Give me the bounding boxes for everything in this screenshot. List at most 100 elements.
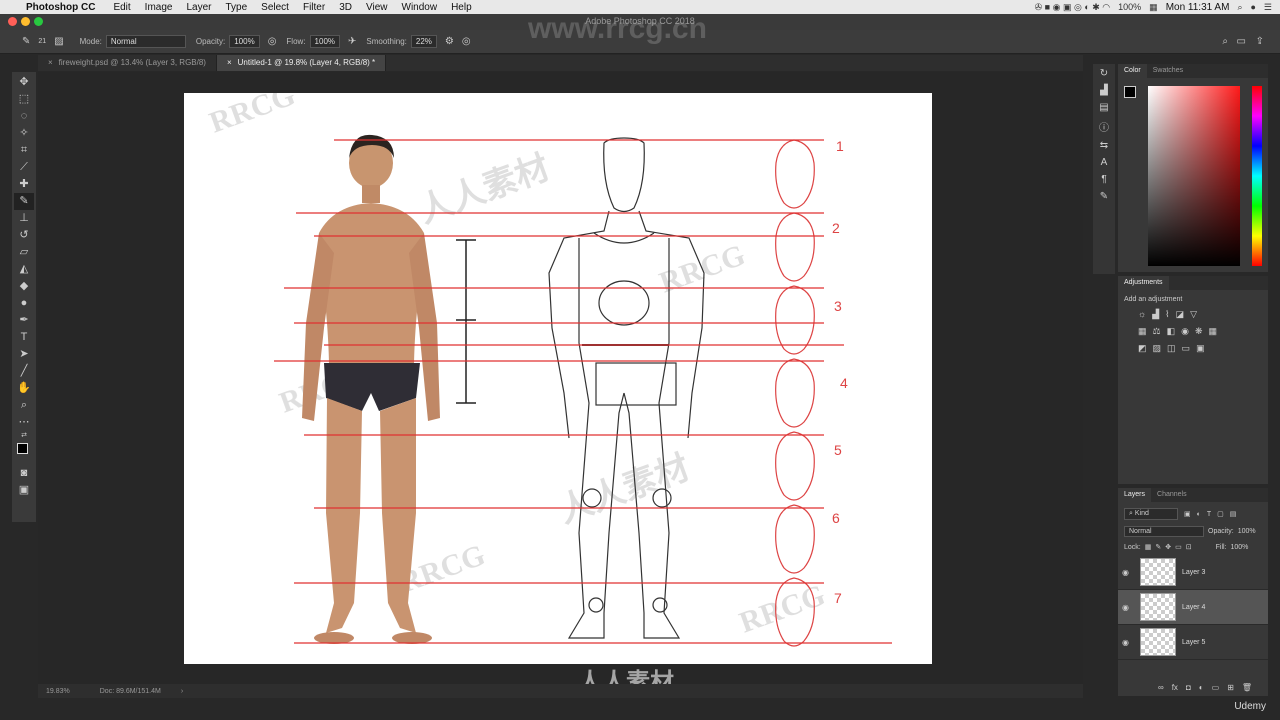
fx-icon[interactable]: fx — [1172, 683, 1178, 692]
blur-tool-icon[interactable]: ◆ — [14, 278, 34, 295]
menu-3d[interactable]: 3D — [339, 2, 352, 13]
search-icon[interactable]: ⌕ — [1222, 36, 1228, 47]
histogram-icon[interactable]: ▟ — [1100, 85, 1108, 96]
dodge-tool-icon[interactable]: ● — [14, 295, 34, 312]
pen-tool-icon[interactable]: ✒ — [14, 312, 34, 329]
lock-all-icon[interactable]: ⊡ — [1186, 543, 1192, 551]
menu-layer[interactable]: Layer — [186, 2, 211, 13]
exposure-adjust-icon[interactable]: ◪ — [1176, 309, 1185, 320]
mode-dropdown[interactable]: Normal — [105, 35, 186, 48]
menu-select[interactable]: Select — [261, 2, 289, 13]
pressure-size-icon[interactable]: ◎ — [462, 36, 471, 47]
more-tools-icon[interactable]: ⋯ — [14, 414, 34, 431]
photo-filter-adjust-icon[interactable]: ◉ — [1181, 326, 1189, 337]
line-tool-icon[interactable]: ╱ — [14, 363, 34, 380]
paragraph-icon[interactable]: ¶ — [1101, 174, 1106, 185]
status-menu-arrow-icon[interactable]: › — [181, 688, 183, 695]
lasso-tool-icon[interactable]: ◌ — [14, 108, 34, 125]
new-adjustment-icon[interactable]: ◐ — [1199, 683, 1204, 692]
info-icon[interactable]: ⓘ — [1099, 119, 1109, 134]
add-mask-icon[interactable]: ◘ — [1186, 683, 1191, 692]
selective-color-adjust-icon[interactable]: ▣ — [1196, 343, 1205, 354]
layer-name[interactable]: Layer 3 — [1182, 569, 1205, 576]
layer-row[interactable]: ◉ Layer 4 — [1118, 590, 1268, 625]
color-swatches[interactable] — [14, 441, 34, 465]
lock-pixels-icon[interactable]: ▦ — [1145, 543, 1152, 551]
zoom-tool-icon[interactable]: ⌕ — [14, 397, 34, 414]
smoothing-field[interactable]: 22% — [410, 35, 437, 48]
filter-type-icon[interactable]: T — [1207, 511, 1211, 518]
crop-tool-icon[interactable]: ⌗ — [14, 142, 34, 159]
brush-size-preset[interactable]: 21 — [38, 38, 46, 45]
tab-untitled[interactable]: × Untitled-1 @ 19.8% (Layer 4, RGB/8) * — [216, 55, 387, 71]
marquee-tool-icon[interactable]: ⬚ — [14, 91, 34, 108]
bw-adjust-icon[interactable]: ◧ — [1167, 326, 1176, 337]
menu-help[interactable]: Help — [451, 2, 472, 13]
link-layers-icon[interactable]: ∞ — [1158, 683, 1164, 692]
filter-pixel-icon[interactable]: ▣ — [1184, 510, 1191, 518]
menu-type[interactable]: Type — [225, 2, 247, 13]
new-layer-icon[interactable]: ⊞ — [1227, 683, 1234, 692]
tab-color[interactable]: Color — [1118, 64, 1147, 78]
layer-name[interactable]: Layer 4 — [1182, 604, 1205, 611]
properties-icon[interactable]: ⇆ — [1100, 140, 1108, 151]
brightness-adjust-icon[interactable]: ☼ — [1138, 309, 1146, 320]
brush-tool-icon[interactable]: ✎ — [22, 36, 30, 47]
layer-row[interactable]: ◉ Layer 5 — [1118, 625, 1268, 660]
workspace-icon[interactable]: ▭ — [1237, 36, 1246, 47]
stamp-tool-icon[interactable]: ⊥ — [14, 210, 34, 227]
foreground-color-swatch[interactable] — [17, 443, 28, 454]
invert-adjust-icon[interactable]: ◩ — [1138, 343, 1147, 354]
kind-filter-dropdown[interactable]: ⌕ Kind — [1124, 508, 1178, 520]
posterize-adjust-icon[interactable]: ▨ — [1153, 343, 1162, 354]
fill-field[interactable]: 100% — [1231, 544, 1249, 551]
menubar-clock[interactable]: Mon 11:31 AM — [1166, 2, 1230, 13]
blend-mode-dropdown[interactable]: Normal — [1124, 526, 1204, 537]
tab-swatches[interactable]: Swatches — [1147, 64, 1189, 78]
libraries-icon[interactable]: ▤ — [1099, 102, 1108, 113]
canvas-area[interactable]: RRCG 人人素材 RRCG RRCG 人人素材 RRCG RRCG 1 2 3… — [38, 12, 1083, 696]
hue-adjust-icon[interactable]: ▦ — [1138, 326, 1147, 337]
history-brush-icon[interactable]: ↺ — [14, 227, 34, 244]
menu-image[interactable]: Image — [145, 2, 173, 13]
color-field[interactable] — [1148, 86, 1240, 266]
lock-artboard-icon[interactable]: ▭ — [1175, 543, 1182, 551]
color-balance-adjust-icon[interactable]: ⚖ — [1153, 326, 1161, 337]
vibrance-adjust-icon[interactable]: ▽ — [1190, 309, 1197, 320]
channel-mixer-adjust-icon[interactable]: ❋ — [1195, 326, 1203, 337]
history-icon[interactable]: ↻ — [1100, 68, 1108, 79]
lock-position-icon[interactable]: ✥ — [1165, 543, 1171, 551]
hand-tool-icon[interactable]: ✋ — [14, 380, 34, 397]
character-icon[interactable]: A — [1101, 157, 1108, 168]
hue-slider[interactable] — [1252, 86, 1262, 266]
menu-view[interactable]: View — [366, 2, 388, 13]
filter-smart-icon[interactable]: ▤ — [1230, 510, 1237, 518]
app-menu[interactable]: Photoshop CC — [26, 2, 95, 13]
type-tool-icon[interactable]: T — [14, 329, 34, 346]
new-group-icon[interactable]: ▭ — [1212, 683, 1220, 692]
pressure-opacity-icon[interactable]: ◎ — [268, 36, 277, 47]
opacity-field[interactable]: 100% — [229, 35, 260, 48]
tab-layers[interactable]: Layers — [1118, 488, 1152, 502]
tab-close-icon[interactable]: × — [227, 58, 232, 68]
battery-indicator[interactable]: 100% — [1118, 2, 1141, 12]
trash-icon[interactable]: 🗑 — [1242, 683, 1252, 692]
foreground-color-swatch[interactable] — [1124, 86, 1136, 98]
brush-settings-icon[interactable]: ✎ — [1100, 191, 1108, 202]
doc-size[interactable]: Doc: 89.6M/151.4M — [100, 688, 161, 695]
filter-shape-icon[interactable]: ▢ — [1217, 510, 1224, 518]
flow-field[interactable]: 100% — [309, 35, 341, 48]
layer-name[interactable]: Layer 5 — [1182, 639, 1205, 646]
menu-edit[interactable]: Edit — [113, 2, 130, 13]
eye-icon[interactable]: ◉ — [1122, 638, 1134, 647]
airbrush-icon[interactable]: ✈ — [348, 36, 356, 47]
gradient-map-adjust-icon[interactable]: ▭ — [1182, 343, 1191, 354]
levels-adjust-icon[interactable]: ▟ — [1152, 309, 1159, 320]
lock-paint-icon[interactable]: ✎ — [1155, 543, 1161, 551]
filter-adjust-icon[interactable]: ◐ — [1197, 511, 1201, 518]
menu-window[interactable]: Window — [402, 2, 438, 13]
color-lookup-adjust-icon[interactable]: ▦ — [1209, 326, 1218, 337]
gear-icon[interactable]: ⚙ — [445, 36, 454, 47]
path-select-tool-icon[interactable]: ➤ — [14, 346, 34, 363]
threshold-adjust-icon[interactable]: ◫ — [1167, 343, 1176, 354]
